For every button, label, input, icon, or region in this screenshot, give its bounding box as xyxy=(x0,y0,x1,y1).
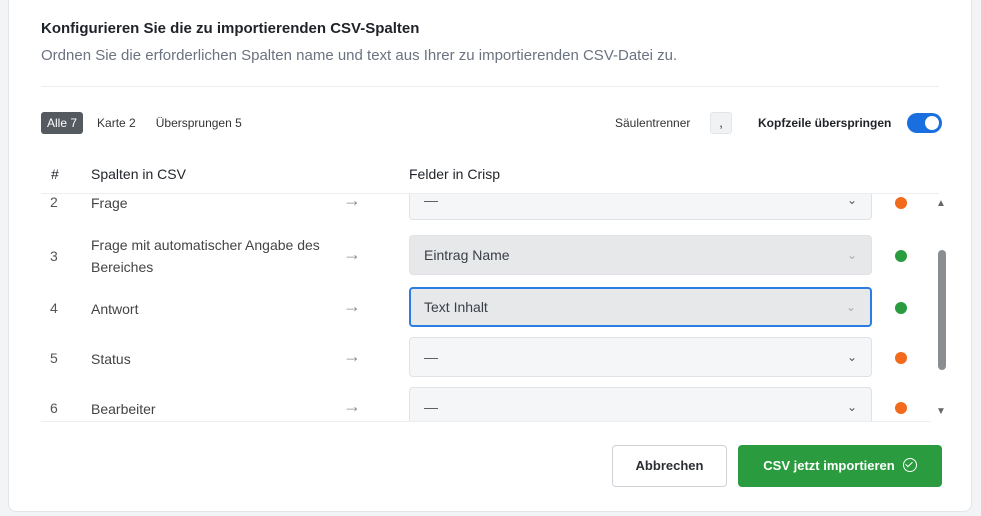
import-button-label: CSV jetzt importieren xyxy=(763,458,895,473)
divider xyxy=(41,86,939,87)
select-value: — xyxy=(424,399,438,415)
chevron-down-icon: ⌄ xyxy=(845,300,856,314)
dialog-title: Konfigurieren Sie die zu importierenden … xyxy=(41,20,420,37)
arrow-right-icon: → xyxy=(343,244,361,264)
arrow-right-icon: → xyxy=(343,194,361,210)
toggle-knob xyxy=(925,116,939,130)
scroll-up-icon[interactable]: ▲ xyxy=(936,198,946,209)
table-row: 2 Frage → — ⌄ xyxy=(41,194,941,224)
status-dot xyxy=(895,302,907,314)
csv-column-name: Bearbeiter xyxy=(91,401,156,417)
csv-column-name: Frage xyxy=(91,195,128,211)
chevron-down-icon: ⌄ xyxy=(846,248,857,262)
table-row: 4 Antwort → Text Inhalt ⌄ xyxy=(41,286,941,330)
row-number: 3 xyxy=(50,248,58,264)
status-dot xyxy=(895,250,907,262)
separator-input[interactable]: , xyxy=(710,112,732,134)
table-row: 5 Status → — ⌄ xyxy=(41,336,941,380)
filter-mapped[interactable]: Karte 2 xyxy=(91,112,142,134)
header-crisp-fields: Felder in Crisp xyxy=(409,166,501,182)
field-select[interactable]: — ⌄ xyxy=(409,387,872,422)
csv-column-name: Frage mit automatischer Angabe des Berei… xyxy=(91,237,320,275)
field-select[interactable]: — ⌄ xyxy=(409,194,872,220)
chevron-down-icon: ⌄ xyxy=(846,350,857,364)
cancel-button[interactable]: Abbrechen xyxy=(612,445,727,487)
skip-header-label: Kopfzeile überspringen xyxy=(758,116,892,130)
header-num: # xyxy=(51,166,59,182)
skip-header-toggle[interactable] xyxy=(907,113,942,133)
chevron-down-icon: ⌄ xyxy=(846,194,857,207)
list-bottom-divider xyxy=(41,421,931,422)
import-button[interactable]: CSV jetzt importieren xyxy=(738,445,942,487)
select-value: Eintrag Name xyxy=(424,247,510,263)
row-number: 6 xyxy=(50,400,58,416)
dialog-subtitle: Ordnen Sie die erforderlichen Spalten na… xyxy=(41,47,678,64)
field-select[interactable]: Eintrag Name ⌄ xyxy=(409,235,872,275)
filter-all[interactable]: Alle 7 xyxy=(41,112,84,134)
arrow-right-icon: → xyxy=(343,296,361,316)
row-number: 2 xyxy=(50,194,58,210)
csv-column-name: Antwort xyxy=(91,301,139,317)
field-select[interactable]: Text Inhalt ⌄ xyxy=(409,287,872,327)
separator-label: Säulentrenner xyxy=(615,116,691,130)
select-value: — xyxy=(424,194,438,208)
field-select[interactable]: — ⌄ xyxy=(409,337,872,377)
arrow-right-icon: → xyxy=(343,346,361,366)
filter-skipped[interactable]: Übersprungen 5 xyxy=(150,112,248,134)
status-dot xyxy=(895,197,907,209)
scroll-down-icon[interactable]: ▼ xyxy=(936,406,946,417)
import-dialog: Konfigurieren Sie die zu importierenden … xyxy=(8,0,972,512)
status-dot xyxy=(895,402,907,414)
mapping-list: 2 Frage → — ⌄ 3 Frage mit automatischer … xyxy=(41,194,941,422)
csv-column-name: Status xyxy=(91,351,131,367)
header-csv-columns: Spalten in CSV xyxy=(91,166,186,182)
row-number: 4 xyxy=(50,300,58,316)
table-row: 6 Bearbeiter → — ⌄ xyxy=(41,386,941,422)
check-circle-icon xyxy=(902,458,917,472)
arrow-right-icon: → xyxy=(343,396,361,416)
scrollbar-thumb[interactable] xyxy=(938,250,946,370)
chevron-down-icon: ⌄ xyxy=(846,400,857,414)
table-row: 3 Frage mit automatischer Angabe des Ber… xyxy=(41,234,941,280)
filter-tabs: Alle 7 Karte 2 Übersprungen 5 xyxy=(41,112,248,134)
row-number: 5 xyxy=(50,350,58,366)
select-value: Text Inhalt xyxy=(424,299,488,315)
status-dot xyxy=(895,352,907,364)
select-value: — xyxy=(424,349,438,365)
